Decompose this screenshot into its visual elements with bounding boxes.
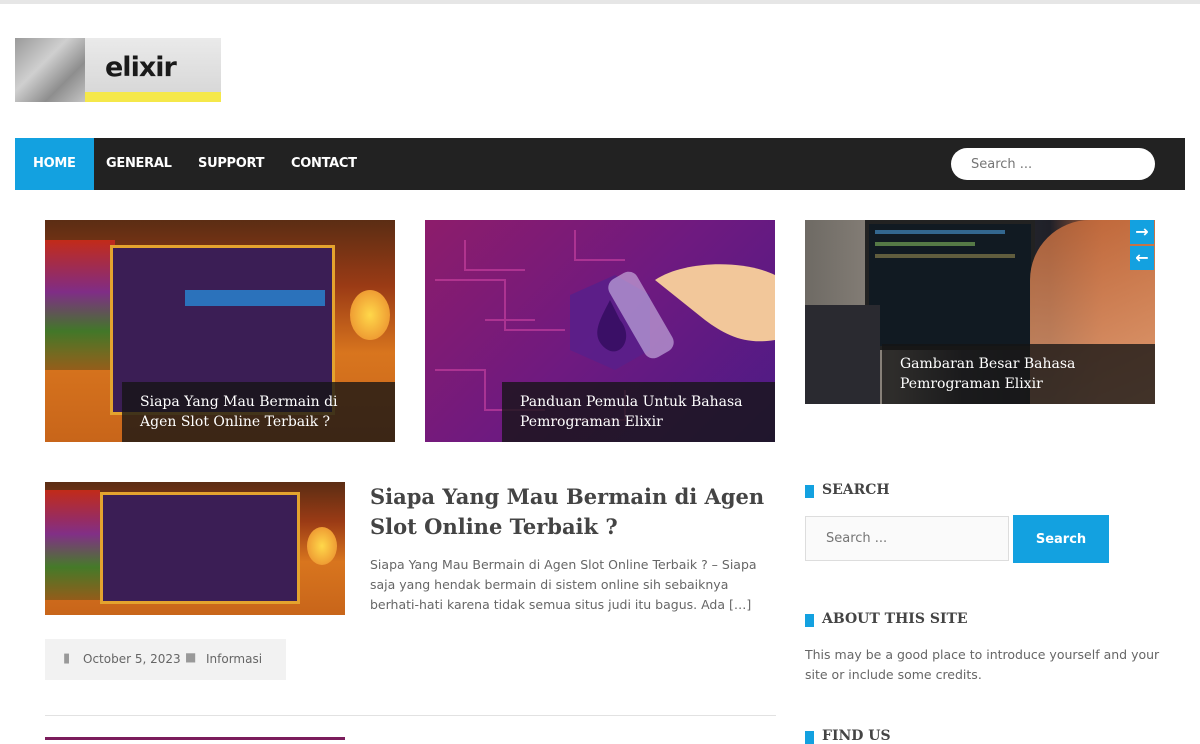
widget-title-about: ABOUT THIS SITE (805, 611, 968, 627)
post-title[interactable]: Siapa Yang Mau Bermain di Agen Slot Onli… (370, 482, 780, 542)
folder-icon: ■ (185, 650, 197, 664)
post-category[interactable]: Informasi (206, 652, 262, 666)
top-border (0, 0, 1200, 4)
post-meta: ▮ October 5, 2023 ■ Informasi (45, 639, 286, 680)
post-excerpt: Siapa Yang Mau Bermain di Agen Slot Onli… (370, 557, 757, 612)
featured-post-2[interactable]: Panduan Pemula Untuk Bahasa Pemrograman … (425, 220, 775, 442)
logo-metal-texture (15, 38, 85, 102)
widget-title-search: SEARCH (805, 482, 890, 498)
nav-item-home[interactable]: HOME (15, 138, 94, 190)
featured-post-3[interactable]: → ← Gambaran Besar Bahasa Pemrograman El… (805, 220, 1155, 404)
featured-caption-2[interactable]: Panduan Pemula Untuk Bahasa Pemrograman … (502, 382, 775, 442)
bookmark-icon: ▮ (63, 651, 71, 666)
logo-yellow-band (85, 92, 221, 102)
post-date[interactable]: October 5, 2023 (83, 652, 181, 666)
slider-prev-button[interactable]: ← (1130, 246, 1154, 270)
arrow-left-icon: ← (1135, 248, 1149, 267)
featured-caption-3[interactable]: Gambaran Besar Bahasa Pemrograman Elixir (882, 344, 1155, 404)
widget-title-find-us: FIND US (805, 728, 891, 744)
sidebar-search-button[interactable]: Search (1013, 515, 1109, 563)
logo-wordmark: elixir (105, 52, 177, 83)
sidebar-search-input[interactable] (805, 516, 1009, 561)
nav-item-contact[interactable]: CONTACT (273, 138, 375, 190)
nav-item-support[interactable]: SUPPORT (180, 138, 282, 190)
arrow-right-icon: → (1135, 222, 1149, 241)
featured-caption-1[interactable]: Siapa Yang Mau Bermain di Agen Slot Onli… (122, 382, 395, 442)
slider-next-button[interactable]: → (1130, 220, 1154, 244)
about-text: This may be a good place to introduce yo… (805, 647, 1160, 682)
featured-post-1[interactable]: Siapa Yang Mau Bermain di Agen Slot Onli… (45, 220, 395, 442)
nav-item-general[interactable]: GENERAL (88, 138, 190, 190)
post-divider (45, 715, 776, 716)
main-navigation: HOME GENERAL SUPPORT CONTACT (15, 138, 1185, 190)
site-logo[interactable]: elixir (15, 38, 221, 102)
post-thumbnail[interactable] (45, 482, 345, 615)
nav-search-input[interactable] (951, 148, 1155, 180)
